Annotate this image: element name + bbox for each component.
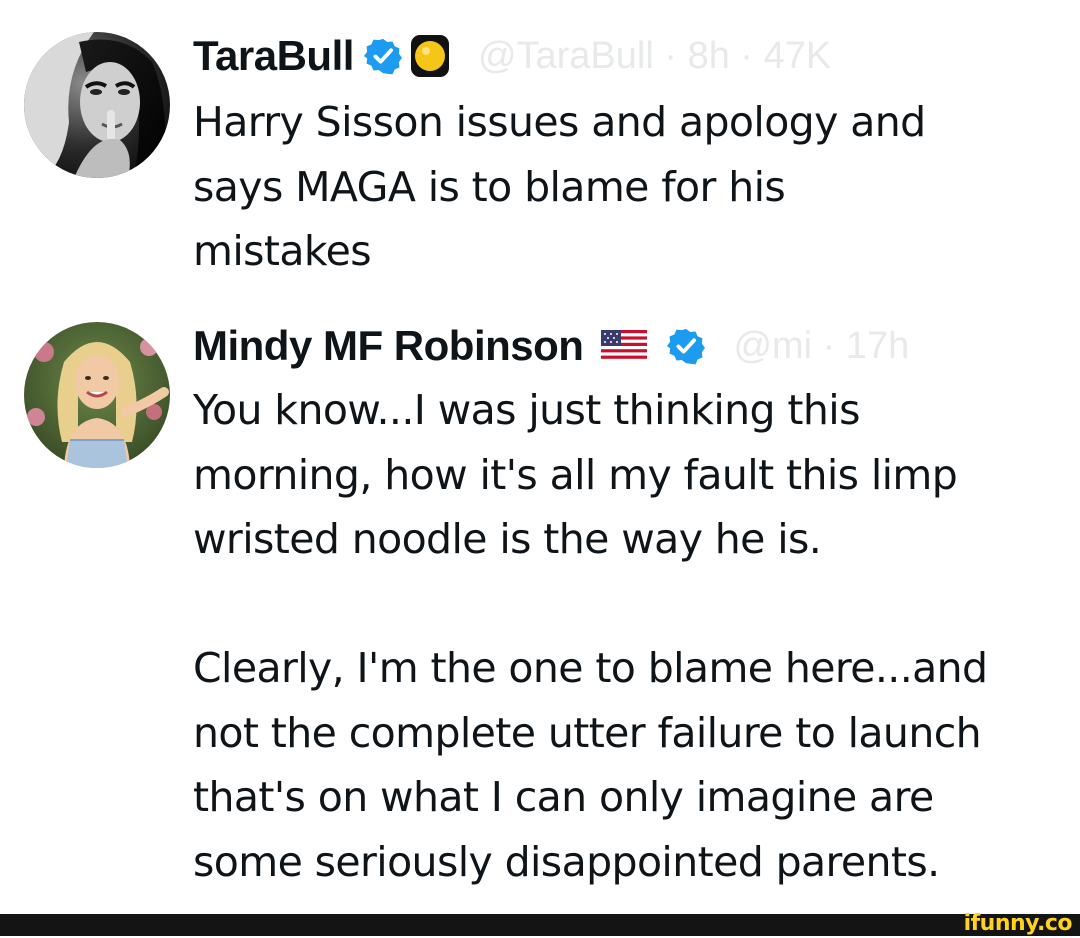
- avatar[interactable]: [24, 32, 170, 178]
- yellow-circle-emoji-icon: [410, 35, 449, 77]
- display-name[interactable]: TaraBull: [193, 32, 354, 80]
- tweet-text: You know...I was just thinking this morn…: [193, 386, 988, 886]
- handle-faded: @TaraBull · 8h · 47K: [477, 34, 832, 77]
- tweet-text: Harry Sisson issues and apology and says…: [193, 98, 926, 275]
- bw-portrait-avatar-icon: [24, 32, 170, 178]
- blonde-woman-avatar-icon: [24, 322, 170, 468]
- avatar[interactable]: [24, 322, 170, 468]
- us-flag-emoji-icon: [601, 330, 648, 362]
- verified-badge-icon: [363, 38, 402, 75]
- verified-badge-icon: [667, 328, 706, 365]
- display-name[interactable]: Mindy MF Robinson: [193, 322, 584, 370]
- tweet-header: TaraBull @TaraBull · 8h · 47K: [193, 26, 831, 86]
- handle-faded: @mi · 17h: [733, 324, 910, 367]
- ifunny-watermark[interactable]: ifunny.co: [964, 910, 1073, 938]
- watermark-bar: ifunny.co: [0, 911, 1080, 936]
- tweet-header: Mindy MF Robinson @mi · 17h: [193, 316, 909, 376]
